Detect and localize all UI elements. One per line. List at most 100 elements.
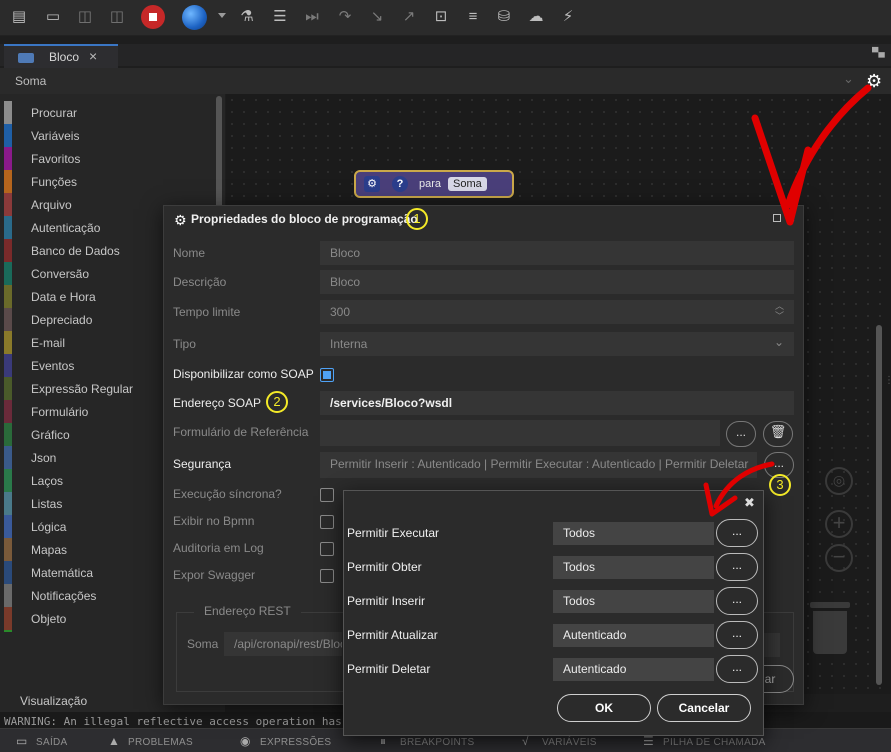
sidebar-item[interactable]: Laços xyxy=(0,469,170,492)
sidebar-item[interactable]: Banco de Dados xyxy=(0,239,170,262)
step-out-icon[interactable]: ↗ xyxy=(400,8,418,26)
block-name-field[interactable]: Soma xyxy=(448,177,487,191)
sidebar-item[interactable]: Favoritos xyxy=(0,147,170,170)
maximize-icon[interactable] xyxy=(773,214,781,222)
help-icon[interactable]: ? xyxy=(392,176,408,192)
cloud-icon[interactable]: ☁ xyxy=(527,8,545,26)
close-icon[interactable]: × xyxy=(89,48,97,64)
permission-value[interactable]: Autenticado xyxy=(553,624,714,647)
endereco-soap-label: Endereço SOAP xyxy=(173,396,262,410)
tipo-select[interactable]: Interna ⌄ xyxy=(320,332,794,356)
save-all-icon[interactable]: ◫ xyxy=(108,8,126,26)
sidebar-item[interactable]: Lógica xyxy=(0,515,170,538)
swagger-checkbox[interactable] xyxy=(320,569,334,583)
formulario-field[interactable] xyxy=(320,420,720,446)
block-header: Soma ⌄ xyxy=(0,68,891,94)
tab-bloco[interactable]: Bloco × xyxy=(4,44,118,68)
sidebar-item[interactable]: Depreciado xyxy=(0,308,170,331)
sidebar-item-label: Autenticação xyxy=(31,221,101,235)
permission-edit-button[interactable]: ... xyxy=(716,587,758,615)
sidebar-item[interactable]: Notificações xyxy=(0,584,170,607)
sidebar-item[interactable]: Json xyxy=(0,446,170,469)
gear-icon[interactable]: ⚙ xyxy=(866,72,882,90)
sidebar-item[interactable]: Gráfico xyxy=(0,423,170,446)
flask-icon[interactable]: ⚗ xyxy=(238,8,256,26)
soap-label: Disponibilizar como SOAP xyxy=(173,367,314,381)
step-into-icon[interactable]: ↘ xyxy=(368,8,386,26)
permission-edit-button[interactable]: ... xyxy=(716,655,758,683)
tab-variaveis[interactable]: √ VARIÁVEIS xyxy=(522,734,597,748)
stop-button[interactable] xyxy=(141,5,165,29)
step-icon[interactable]: ⏭ xyxy=(303,8,321,26)
seguranca-field[interactable]: Permitir Inserir : Autenticado | Permiti… xyxy=(320,452,757,478)
sidebar-item[interactable]: Procurar xyxy=(0,101,170,124)
tab-breakpoints[interactable]: ⏸ BREAKPOINTS xyxy=(380,734,474,749)
sidebar-item[interactable]: Variáveis xyxy=(0,124,170,147)
chevron-down-icon[interactable]: ⌄ xyxy=(843,71,854,87)
save-icon[interactable]: ◫ xyxy=(76,8,94,26)
sidebar-item[interactable]: Listas xyxy=(0,492,170,515)
open-folder-icon[interactable]: ▭ xyxy=(44,8,62,26)
permission-value[interactable]: Todos xyxy=(553,556,714,579)
permission-edit-button[interactable]: ... xyxy=(716,519,758,547)
trash-icon[interactable] xyxy=(810,602,850,654)
sidebar-item[interactable]: Funções xyxy=(0,170,170,193)
zoom-in-icon[interactable]: + xyxy=(825,510,853,538)
permission-value[interactable]: Autenticado xyxy=(553,658,714,681)
new-file-icon[interactable]: ▤ xyxy=(10,8,28,26)
function-block[interactable]: ⚙ ? para Soma xyxy=(354,170,514,198)
sidebar-item[interactable]: Data e Hora xyxy=(0,285,170,308)
permission-value[interactable]: Todos xyxy=(553,522,714,545)
sidebar-item[interactable]: Eventos xyxy=(0,354,170,377)
sidebar-item[interactable]: Conversão xyxy=(0,262,170,285)
tab-expressoes[interactable]: ◉ EXPRESSÕES xyxy=(240,734,331,748)
permission-value[interactable]: Todos xyxy=(553,590,714,613)
zoom-out-icon[interactable]: − xyxy=(825,544,853,572)
sidebar-item[interactable]: Autenticação xyxy=(0,216,170,239)
category-color-swatch xyxy=(4,584,12,607)
ok-button[interactable]: OK xyxy=(557,694,651,722)
tempo-limite-field[interactable]: 300 ︿ ﹀ xyxy=(320,300,794,324)
permission-edit-button[interactable]: ... xyxy=(716,621,758,649)
gear-icon[interactable]: ⚙ xyxy=(364,176,380,192)
checklist-icon[interactable]: ☰ xyxy=(271,8,289,26)
database-icon[interactable]: ⛁ xyxy=(495,8,513,26)
sidebar-item-label: Objeto xyxy=(31,612,67,626)
sidebar-item[interactable]: Expressão Regular xyxy=(0,377,170,400)
sidebar-item[interactable]: Objeto xyxy=(0,607,170,630)
nome-field[interactable]: Bloco xyxy=(320,241,794,265)
sidebar-item[interactable]: Mapas xyxy=(0,538,170,561)
permission-edit-button[interactable]: ... xyxy=(716,553,758,581)
magic-wand-icon[interactable]: ⚡ xyxy=(559,8,577,26)
tab-pilha-de-chamada[interactable]: ☰ PILHA DE CHAMADA xyxy=(643,734,766,748)
permission-label: Permitir Atualizar xyxy=(347,628,438,642)
sidebar-item[interactable]: E-mail xyxy=(0,331,170,354)
tab-problemas[interactable]: ▲ PROBLEMAS xyxy=(108,734,193,748)
close-icon[interactable]: × xyxy=(787,210,795,226)
step-over-icon[interactable]: ↷ xyxy=(336,8,354,26)
recenter-icon[interactable]: ◎ xyxy=(825,467,853,495)
cancel-button[interactable]: Cancelar xyxy=(657,694,751,722)
run-dropdown-chevron-icon[interactable] xyxy=(218,13,226,18)
sidebar-item[interactable]: Formulário xyxy=(0,400,170,423)
endereco-soap-field[interactable]: /services/Bloco?wsdl xyxy=(320,391,794,415)
terminal-icon[interactable]: ⊡ xyxy=(432,8,450,26)
trash-icon[interactable]: 🗑 xyxy=(763,421,793,447)
workspace-scrollbar[interactable] xyxy=(876,325,882,685)
tab-saida[interactable]: ▭ SAÍDA xyxy=(16,734,68,748)
close-icon[interactable]: ✖ xyxy=(744,495,755,511)
settings-list-icon[interactable]: ≡ xyxy=(464,8,482,26)
sidebar-item[interactable]: Arquivo xyxy=(0,193,170,216)
descricao-field[interactable]: Bloco xyxy=(320,270,794,294)
auditoria-checkbox[interactable] xyxy=(320,542,334,556)
sidebar-item[interactable]: Matemática xyxy=(0,561,170,584)
restore-icon[interactable]: ▀▄ xyxy=(872,47,885,57)
rest-address-field[interactable]: /api/cronapi/rest/Bloco xyxy=(224,632,342,656)
bpmn-checkbox[interactable] xyxy=(320,515,334,529)
formulario-browse-button[interactable]: ... xyxy=(726,421,756,447)
soap-checkbox[interactable] xyxy=(320,368,334,382)
collapse-right-icon[interactable]: ⋮ xyxy=(884,375,891,386)
stepper-icon[interactable]: ︿ ﹀ xyxy=(775,301,784,321)
run-globe-button[interactable] xyxy=(182,5,207,30)
sincrona-checkbox[interactable] xyxy=(320,488,334,502)
